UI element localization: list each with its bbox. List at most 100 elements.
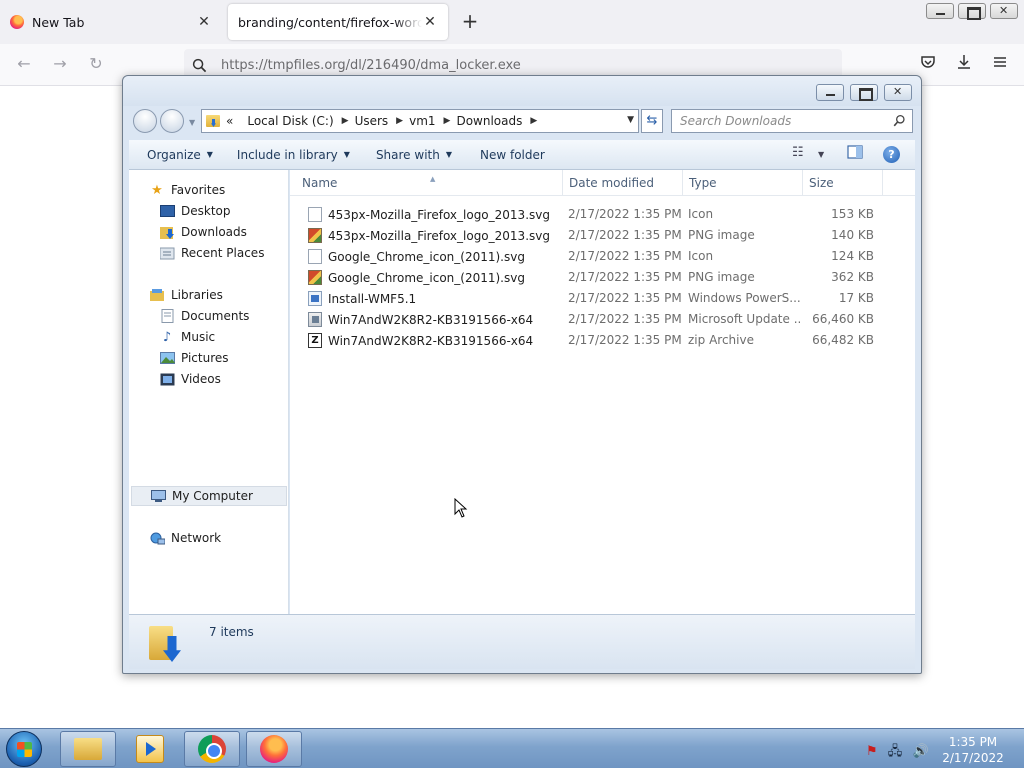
breadcrumb-users[interactable]: Users	[355, 114, 389, 128]
browser-restore-button[interactable]	[958, 3, 986, 20]
breadcrumb-overflow[interactable]: «	[226, 114, 233, 128]
system-clock[interactable]: 1:35 PM 2/17/2022	[940, 734, 1006, 766]
taskbar-chrome-button[interactable]	[184, 731, 240, 767]
breadcrumb-local-disk[interactable]: Local Disk (C:)	[247, 114, 333, 128]
download-icon[interactable]	[953, 54, 975, 76]
search-input[interactable]: Search Downloads	[671, 109, 913, 133]
videos-icon	[159, 372, 175, 386]
system-tray: ⚑ 🖧 🔊	[866, 742, 929, 764]
file-row[interactable]: Google_Chrome_icon_(2011).svg 2/17/2022 …	[290, 246, 915, 267]
explorer-minimize-button[interactable]	[816, 84, 844, 101]
nav-label: Pictures	[181, 351, 229, 365]
file-type: Icon	[688, 249, 714, 263]
file-row[interactable]: Install-WMF5.1 2/17/2022 1:35 PM Windows…	[290, 288, 915, 309]
address-dropdown-icon[interactable]: ▼	[627, 115, 634, 125]
file-date: 2/17/2022 1:35 PM	[568, 207, 682, 221]
zip-file-icon: Z	[308, 333, 322, 348]
file-row[interactable]: Z Win7AndW2K8R2-KB3191566-x64 2/17/2022 1…	[290, 330, 915, 351]
tab-close-icon[interactable]: ✕	[196, 14, 212, 30]
file-date: 2/17/2022 1:35 PM	[568, 270, 682, 284]
file-row[interactable]: 453px-Mozilla_Firefox_logo_2013.svg 2/17…	[290, 225, 915, 246]
browser-tab-bar: New Tab ✕ branding/content/firefox-wordm…	[0, 0, 1024, 44]
reload-icon[interactable]: ↻	[84, 54, 108, 76]
breadcrumb-downloads[interactable]: Downloads	[456, 114, 522, 128]
nav-label: Network	[171, 531, 222, 545]
share-with-button[interactable]: Share with ▼	[376, 148, 452, 162]
explorer-close-button[interactable]	[884, 84, 912, 101]
network-tray-icon[interactable]: 🖧	[888, 744, 903, 759]
explorer-forward-button[interactable]	[160, 109, 184, 133]
nav-pictures[interactable]: Pictures	[129, 348, 287, 368]
column-label: Name	[302, 176, 338, 190]
tab-title: New Tab	[32, 14, 85, 30]
breadcrumb-vm1[interactable]: vm1	[409, 114, 435, 128]
breadcrumb-chevron-icon[interactable]: ▶	[396, 116, 403, 126]
column-headers: Name ▲ Date modified Type Size	[290, 170, 915, 196]
explorer-back-button[interactable]	[133, 109, 157, 133]
change-view-icon[interactable]: ☷	[792, 145, 804, 160]
forward-icon[interactable]: →	[48, 54, 72, 76]
powershell-file-icon	[308, 291, 322, 306]
help-icon[interactable]: ?	[883, 146, 900, 163]
nav-my-computer[interactable]: My Computer	[131, 486, 287, 506]
file-size: 66,460 KB	[812, 312, 874, 326]
blank-file-icon	[308, 249, 322, 264]
downloads-folder-icon	[149, 622, 181, 662]
view-options-chevron-icon[interactable]: ▼	[818, 150, 824, 159]
nav-favorites[interactable]: ★ Favorites	[129, 180, 287, 200]
refresh-icon[interactable]: ⇆	[641, 109, 663, 133]
taskbar-firefox-button[interactable]	[246, 731, 302, 767]
browser-minimize-button[interactable]	[926, 3, 954, 19]
tab-close-icon[interactable]: ✕	[422, 14, 438, 30]
nav-downloads[interactable]: Downloads	[129, 222, 287, 242]
file-row[interactable]: 453px-Mozilla_Firefox_logo_2013.svg 2/17…	[290, 204, 915, 225]
computer-icon	[150, 489, 166, 503]
start-button[interactable]	[6, 731, 42, 767]
preview-pane-icon[interactable]	[847, 145, 863, 163]
include-in-library-button[interactable]: Include in library ▼	[237, 148, 350, 162]
file-row[interactable]: Win7AndW2K8R2-KB3191566-x64 2/17/2022 1:…	[290, 309, 915, 330]
action-center-flag-icon[interactable]: ⚑	[866, 744, 878, 759]
file-name: 453px-Mozilla_Firefox_logo_2013.svg	[328, 207, 550, 222]
address-bar[interactable]: « Local Disk (C:) ▶ Users ▶ vm1 ▶ Downlo…	[201, 109, 639, 133]
nav-desktop[interactable]: Desktop	[129, 201, 287, 221]
downloads-folder-icon	[159, 225, 175, 239]
nav-music[interactable]: ♪ Music	[129, 327, 287, 347]
nav-label: My Computer	[172, 489, 253, 503]
breadcrumb-chevron-icon[interactable]: ▶	[444, 116, 451, 126]
tab-firefox-wordmark[interactable]: branding/content/firefox-wordmark ✕	[228, 4, 448, 40]
nav-videos[interactable]: Videos	[129, 369, 287, 389]
column-header-date-modified[interactable]: Date modified	[563, 170, 683, 196]
nav-label: Downloads	[181, 225, 247, 239]
volume-icon[interactable]: 🔊	[912, 744, 928, 759]
recent-pages-chevron-icon[interactable]: ▼	[189, 118, 195, 127]
column-header-type[interactable]: Type	[683, 170, 803, 196]
nav-label: Documents	[181, 309, 250, 323]
taskbar-explorer-button[interactable]	[60, 731, 116, 767]
new-tab-button[interactable]: +	[458, 10, 482, 34]
search-icon[interactable]	[893, 114, 906, 130]
pocket-icon[interactable]	[917, 54, 939, 76]
column-header-name[interactable]: Name ▲	[296, 170, 563, 196]
explorer-title-bar[interactable]	[123, 76, 921, 106]
file-date: 2/17/2022 1:35 PM	[568, 333, 682, 347]
back-icon[interactable]: ←	[12, 54, 36, 76]
explorer-maximize-button[interactable]	[850, 84, 878, 101]
breadcrumb-chevron-icon[interactable]: ▶	[342, 116, 349, 126]
nav-documents[interactable]: Documents	[129, 306, 287, 326]
tab-new-tab[interactable]: New Tab ✕	[0, 4, 222, 40]
file-type: PNG image	[688, 228, 755, 242]
sort-ascending-icon: ▲	[430, 175, 436, 183]
nav-network[interactable]: Network	[129, 528, 287, 548]
new-folder-button[interactable]: New folder	[480, 148, 545, 162]
organize-button[interactable]: Organize ▼	[147, 148, 213, 162]
file-row[interactable]: Google_Chrome_icon_(2011).svg 2/17/2022 …	[290, 267, 915, 288]
nav-libraries[interactable]: Libraries	[129, 285, 287, 305]
column-header-size[interactable]: Size	[803, 170, 883, 196]
menu-icon[interactable]	[989, 54, 1011, 76]
taskbar-media-player-button[interactable]	[122, 731, 178, 767]
breadcrumb-chevron-icon[interactable]: ▶	[530, 116, 537, 126]
nav-recent-places[interactable]: Recent Places	[129, 243, 287, 263]
file-size: 140 KB	[831, 228, 874, 242]
browser-close-button[interactable]	[990, 3, 1018, 19]
